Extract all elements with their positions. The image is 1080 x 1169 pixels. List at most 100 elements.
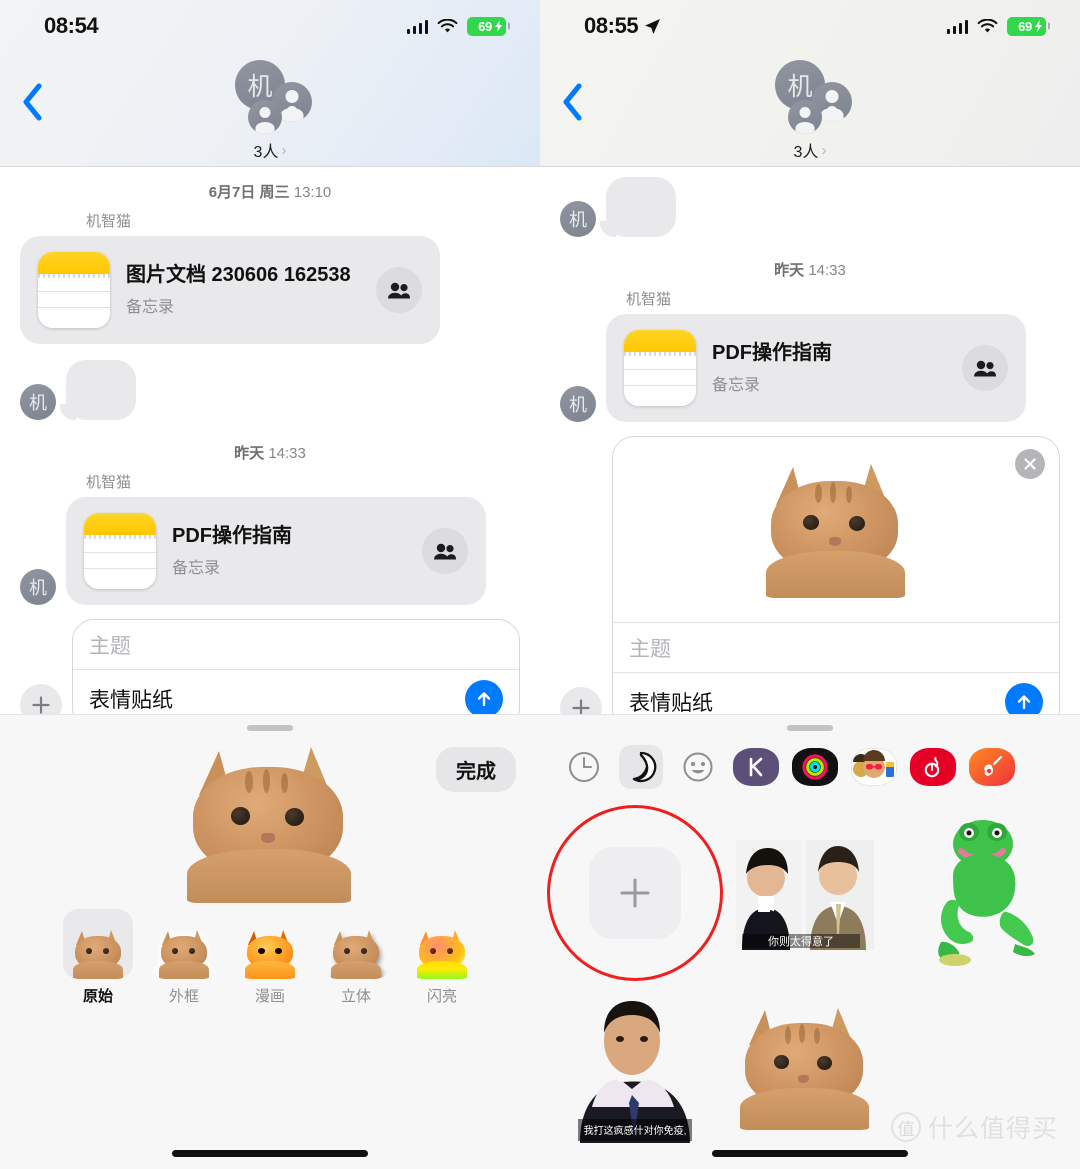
note-card[interactable]: 图片文档 230606 162538 备忘录	[20, 236, 440, 344]
highlight-annotation	[547, 804, 723, 981]
cellular-signal-icon	[406, 19, 428, 34]
note-subtitle: 备忘录	[172, 560, 221, 577]
back-button[interactable]	[560, 80, 586, 124]
garageband-tab[interactable]	[969, 748, 1015, 786]
message-row: 机 PDF操作指南 备忘录	[540, 314, 1080, 422]
send-button[interactable]	[465, 680, 503, 718]
status-time-left: 08:54	[44, 13, 99, 39]
done-button[interactable]: 完成	[436, 747, 516, 792]
fitness-tab[interactable]	[792, 748, 838, 786]
sticker-editor-sheet: 完成 原始 外框 漫画 立体 闪亮	[0, 714, 540, 1169]
group-header[interactable]: 机 3人 ›	[210, 58, 330, 162]
sticker-item[interactable]: 你则太得意了	[720, 805, 890, 980]
keep-app-icon	[749, 757, 763, 777]
message-input[interactable]: 表情贴纸	[629, 687, 713, 717]
status-indicators-right: 69	[946, 16, 1050, 36]
people-icon[interactable]	[376, 267, 422, 313]
status-time-right: 08:55	[584, 13, 661, 39]
avatar: 机	[560, 201, 596, 237]
back-button[interactable]	[20, 80, 46, 124]
subject-input[interactable]: 主题	[613, 623, 1059, 673]
message-row-empty: 机	[0, 360, 540, 420]
note-title: PDF操作指南	[172, 525, 292, 547]
avatar: 机	[20, 569, 56, 605]
sticker-item[interactable]	[890, 805, 1060, 980]
add-sticker-cell[interactable]	[547, 804, 723, 981]
message-input-container[interactable]: 主题 表情贴纸	[612, 436, 1060, 733]
notes-app-icon	[624, 330, 696, 406]
chevron-right-icon: ›	[281, 141, 287, 159]
close-circle-icon[interactable]	[1015, 449, 1045, 479]
status-bar-right: 08:55 69	[540, 0, 1080, 52]
sticker-item[interactable]: 我打这疯感什对你免疫,	[550, 980, 720, 1155]
sticker-attachment[interactable]	[613, 437, 1059, 623]
status-time-label: 08:54	[44, 13, 99, 38]
status-bar-left: 08:54 69	[0, 0, 540, 52]
style-label: 闪亮	[426, 988, 457, 1005]
people-icon[interactable]	[962, 345, 1008, 391]
charging-bolt-icon	[495, 20, 502, 32]
nav-bar-right: 机 3人 ›	[540, 0, 1080, 167]
group-header[interactable]: 机 3人 ›	[750, 58, 870, 162]
activity-rings-icon	[802, 754, 828, 780]
smiley-icon	[683, 752, 713, 782]
message-timestamp: 昨天 14:33	[234, 445, 306, 462]
memoji-icon	[853, 750, 894, 778]
avatar: 机	[560, 386, 596, 422]
netease-music-tab[interactable]	[910, 748, 956, 786]
app-tab-bar	[540, 731, 1080, 799]
recents-tab[interactable]	[562, 745, 606, 789]
message-timestamp: 6月7日 周三 13:10	[208, 184, 332, 201]
memoji-tab[interactable]	[851, 748, 897, 786]
clock-icon	[569, 752, 599, 782]
style-thumbnail	[321, 909, 391, 979]
sticker-grid: 你则太得意了 我打这疯感什对你免疫,	[540, 799, 1080, 1155]
style-label: 立体	[340, 988, 371, 1005]
cat-sticker	[740, 1006, 870, 1130]
battery-percent: 69	[478, 18, 492, 34]
note-title: 图片文档 230606 162538	[126, 264, 351, 286]
empty-bubble[interactable]	[60, 360, 136, 420]
style-option[interactable]: 立体	[321, 909, 391, 1006]
notes-app-icon	[84, 513, 156, 589]
note-card[interactable]: PDF操作指南 备忘录	[66, 497, 486, 605]
nav-bar-left: 机 3人 ›	[0, 0, 540, 167]
message-sender: 机智猫	[626, 291, 672, 308]
charging-bolt-icon	[1035, 20, 1042, 32]
status-time-label: 08:55	[584, 13, 639, 38]
style-thumbnail	[407, 909, 477, 979]
stickers-tab[interactable]	[619, 745, 663, 789]
dual-screenshot: 08:54 69 机 3人 › 6月7日 周三 13:10 机智猫 图片文档 2…	[0, 0, 1080, 1169]
watermark: 值 什么值得买	[890, 1109, 1058, 1145]
conversation-left: 6月7日 周三 13:10 机智猫 图片文档 230606 162538 备忘录	[0, 181, 540, 746]
note-card[interactable]: PDF操作指南 备忘录	[606, 314, 1026, 422]
message-sender: 机智猫	[86, 213, 132, 230]
guitar-icon	[984, 755, 1003, 776]
emoji-tab[interactable]	[676, 745, 720, 789]
message-input[interactable]: 表情贴纸	[89, 684, 173, 714]
style-thumbnail	[63, 909, 133, 979]
battery-percent: 69	[1018, 18, 1032, 34]
conversation-right: 机 昨天 14:33 机智猫 机 PDF操作指南 备忘录 主题 表情贴纸	[540, 177, 1080, 749]
style-option[interactable]: 闪亮	[407, 909, 477, 1006]
people-icon[interactable]	[422, 528, 468, 574]
battery-icon: 69	[467, 16, 510, 36]
style-option[interactable]: 漫画	[235, 909, 305, 1006]
svg-text:你则太得意了: 你则太得意了	[768, 934, 834, 948]
sticker-picker-sheet: 你则太得意了 我打这疯感什对你免疫, 值 什么值得买	[540, 714, 1080, 1169]
note-subtitle: 备忘录	[126, 299, 175, 316]
empty-bubble[interactable]	[600, 177, 676, 237]
sticker-item[interactable]	[720, 980, 890, 1155]
keep-tab[interactable]	[733, 748, 779, 786]
svg-text:我打这疯感什对你免疫,: 我打这疯感什对你免疫,	[584, 1124, 687, 1137]
netease-music-icon	[924, 757, 940, 778]
style-option[interactable]: 外框	[149, 909, 219, 1006]
sticker-style-options: 原始 外框 漫画 立体 闪亮	[0, 903, 540, 1006]
subject-input[interactable]: 主题	[73, 620, 519, 670]
message-timestamp: 昨天 14:33	[774, 262, 846, 279]
wifi-icon	[437, 18, 458, 32]
avatar-person-2	[788, 100, 822, 134]
sticker-icon	[632, 751, 657, 783]
style-option[interactable]: 原始	[63, 909, 133, 1006]
chevron-right-icon: ›	[821, 141, 827, 159]
